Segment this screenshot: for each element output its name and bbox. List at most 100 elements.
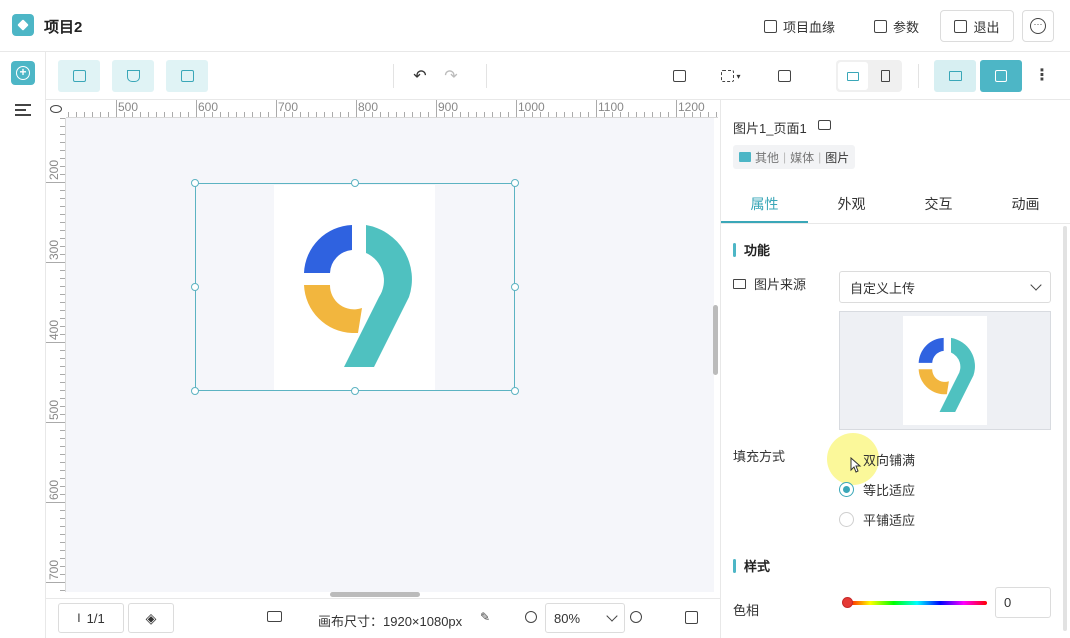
canvas-horizontal-scrollbar[interactable] xyxy=(330,592,420,597)
ruler-tick xyxy=(60,318,65,319)
fill-option-fit[interactable]: 等比适应 xyxy=(839,480,915,499)
tab-appearance[interactable]: 外观 xyxy=(808,194,895,214)
resize-handle[interactable] xyxy=(351,387,359,395)
ruler-tick xyxy=(60,206,65,207)
ruler-tick xyxy=(60,462,65,463)
add-component-button[interactable]: + xyxy=(11,61,35,85)
add-component-toolbar-button[interactable] xyxy=(166,60,208,92)
panel-scrollbar[interactable] xyxy=(1063,226,1067,631)
tab-animation[interactable]: 动画 xyxy=(982,194,1069,214)
tab-interaction[interactable]: 交互 xyxy=(895,194,982,214)
resize-handle[interactable] xyxy=(511,179,519,187)
page-indicator-button[interactable]: Ι 1/1 xyxy=(58,603,124,633)
ruler-tick xyxy=(92,112,93,117)
hue-input[interactable]: 0 xyxy=(995,587,1051,618)
toolbar-more-icon[interactable]: ⋮ xyxy=(1034,66,1050,86)
save-button[interactable] xyxy=(980,60,1022,92)
exit-button[interactable]: 退出 xyxy=(940,10,1014,42)
ruler-v-label: 300 xyxy=(47,239,61,260)
resize-handle[interactable] xyxy=(511,283,519,291)
preview-button[interactable] xyxy=(934,60,976,92)
zoom-select[interactable]: 80% xyxy=(545,603,625,633)
ruler-tick xyxy=(60,558,65,559)
redo-button[interactable]: ↷ xyxy=(437,62,465,90)
layers-icon: ◈ xyxy=(145,609,157,626)
ruler-tick xyxy=(116,100,117,117)
ruler-tick xyxy=(60,142,65,143)
mobile-icon xyxy=(880,70,890,82)
radio-tile[interactable] xyxy=(839,512,854,527)
lineage-icon xyxy=(764,19,777,33)
ruler-tick xyxy=(60,550,65,551)
tab-properties[interactable]: 属性 xyxy=(721,194,808,214)
mouse-pointer-icon xyxy=(850,457,862,473)
ruler-tick xyxy=(716,112,717,117)
keyboard-icon[interactable] xyxy=(267,611,282,622)
hue-slider-track[interactable] xyxy=(847,601,987,605)
layout-icon xyxy=(777,70,791,82)
fill-option-tile-label: 平铺适应 xyxy=(863,513,916,528)
hue-label: 色相 xyxy=(733,603,760,618)
ruler-tick xyxy=(404,112,405,117)
ruler-tick xyxy=(628,112,629,117)
ruler-tick xyxy=(476,112,477,117)
resize-handle[interactable] xyxy=(511,387,519,395)
align-icon xyxy=(721,70,735,82)
add-page-button[interactable] xyxy=(58,60,100,92)
fit-screen-icon[interactable] xyxy=(685,611,698,624)
radio-fit[interactable] xyxy=(839,482,854,497)
mobile-view-button[interactable] xyxy=(870,62,900,90)
ruler-tick xyxy=(60,398,65,399)
ruler-visibility-toggle[interactable] xyxy=(46,100,66,118)
zoom-in-button[interactable] xyxy=(630,611,642,623)
resize-handle[interactable] xyxy=(191,387,199,395)
align-dropdown-button[interactable]: ▾ xyxy=(718,62,744,90)
desktop-view-button[interactable] xyxy=(838,62,868,90)
ruler-tick xyxy=(388,112,389,117)
ruler-tick xyxy=(316,112,317,117)
layout-button[interactable] xyxy=(770,62,798,90)
format-brush-button[interactable] xyxy=(665,62,693,90)
ruler-tick xyxy=(196,100,197,117)
selection-box[interactable] xyxy=(195,183,515,391)
image-source-select[interactable]: 自定义上传 xyxy=(839,271,1051,303)
params-button[interactable]: 参数 xyxy=(866,10,927,42)
zoom-out-button[interactable] xyxy=(525,611,537,623)
undo-icon: ↶ xyxy=(413,68,427,85)
layers-button[interactable]: ◈ xyxy=(128,603,174,633)
outline-list-icon[interactable] xyxy=(15,104,31,118)
horizontal-ruler: 500 600 700 800 900 1000 1100 1200 xyxy=(66,100,718,118)
ruler-tick xyxy=(396,112,397,117)
fill-option-tile[interactable]: 平铺适应 xyxy=(839,510,915,529)
canvas-size-label: 画布尺寸：1920×1080px xyxy=(318,614,463,629)
ruler-h-label: 1000 xyxy=(518,100,545,114)
canvas-vertical-scrollbar[interactable] xyxy=(713,305,718,375)
image-source-value: 自定义上传 xyxy=(850,280,916,296)
resize-handle[interactable] xyxy=(351,179,359,187)
ruler-tick xyxy=(60,294,65,295)
ruler-tick xyxy=(548,112,549,117)
ruler-tick xyxy=(228,112,229,117)
fill-mode-label: 填充方式 xyxy=(733,449,786,464)
edit-pen-icon[interactable]: ✎ xyxy=(480,610,490,624)
zoom-in-icon xyxy=(630,611,642,623)
more-options-button[interactable]: ··· xyxy=(1022,10,1054,42)
ruler-tick xyxy=(260,112,261,117)
ruler-tick xyxy=(46,422,65,423)
resize-handle[interactable] xyxy=(191,179,199,187)
undo-button[interactable]: ↶ xyxy=(406,62,434,90)
section-style-label: 样式 xyxy=(744,559,771,574)
add-filter-button[interactable] xyxy=(112,60,154,92)
hue-slider-handle[interactable] xyxy=(842,597,853,608)
ruler-tick xyxy=(60,222,65,223)
ruler-h-label: 1100 xyxy=(598,100,624,114)
eye-icon xyxy=(50,105,62,113)
ruler-tick xyxy=(172,112,173,117)
ruler-tick xyxy=(420,112,421,117)
project-lineage-button[interactable]: 项目血缘 xyxy=(756,10,843,42)
ruler-tick xyxy=(268,112,269,117)
crumb-type: 图片 xyxy=(825,150,850,165)
ruler-tick xyxy=(60,238,65,239)
resize-handle[interactable] xyxy=(191,283,199,291)
rename-icon[interactable] xyxy=(818,120,831,130)
